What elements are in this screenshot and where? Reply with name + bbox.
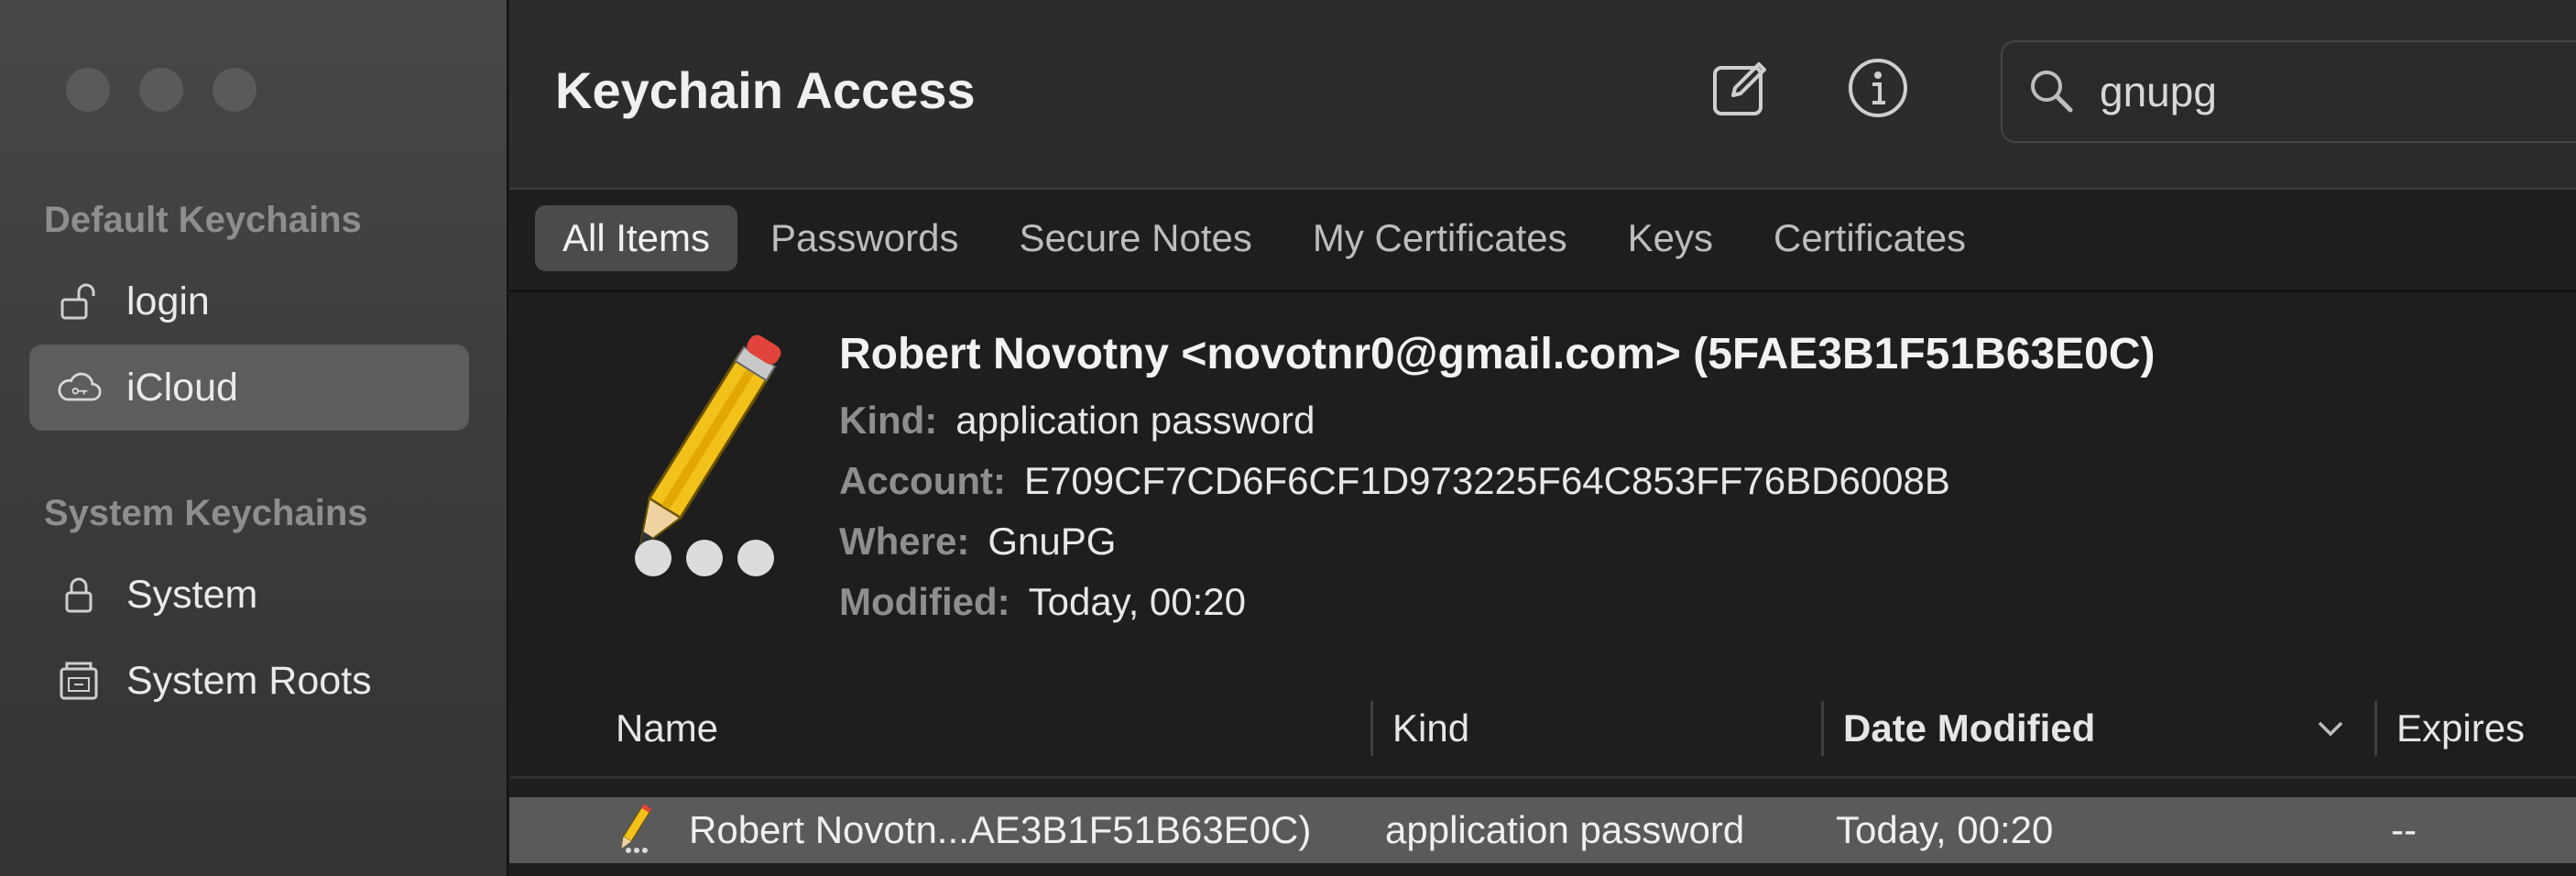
account-label: Account: bbox=[839, 459, 1006, 502]
where-row: Where: GnuPG bbox=[839, 520, 1116, 564]
item-detail-pane: Robert Novotny <novotnr0@gmail.com> (5FA… bbox=[509, 292, 2576, 681]
row-date-modified: Today, 00:20 bbox=[1836, 808, 2054, 851]
close-button[interactable] bbox=[66, 68, 110, 112]
toolbar-divider bbox=[509, 188, 2576, 190]
modified-value: Today, 00:20 bbox=[1028, 580, 1247, 623]
tab-keys[interactable]: Keys bbox=[1600, 205, 1741, 271]
pencil-small-icon bbox=[606, 797, 661, 863]
table-header: Name Kind Date Modified Expires bbox=[509, 681, 2576, 779]
pencil-password-icon bbox=[564, 329, 839, 604]
row-name: Robert Novotn...AE3B1F51B63E0C) bbox=[689, 808, 1312, 851]
cabinet-icon bbox=[55, 657, 103, 705]
default-keychains-heading: Default Keychains bbox=[44, 200, 362, 240]
kind-label: Kind: bbox=[839, 399, 938, 442]
table-row[interactable]: Robert Novotn...AE3B1F51B63E0C) applicat… bbox=[509, 797, 2576, 863]
search-input[interactable] bbox=[2098, 66, 2576, 117]
sidebar-item-label: System bbox=[126, 572, 258, 617]
chevron-down-icon[interactable] bbox=[2316, 681, 2345, 776]
account-row: Account: E709CF7CD6F6CF1D973225F64C853FF7… bbox=[839, 459, 1950, 503]
category-tabs: All Items Passwords Secure Notes My Cert… bbox=[535, 205, 1999, 271]
tab-all-items[interactable]: All Items bbox=[535, 205, 738, 271]
modified-label: Modified: bbox=[839, 580, 1010, 623]
column-expires[interactable]: Expires bbox=[2396, 681, 2525, 776]
tab-my-certificates[interactable]: My Certificates bbox=[1285, 205, 1595, 271]
where-value: GnuPG bbox=[988, 520, 1117, 563]
search-field[interactable] bbox=[2001, 40, 2576, 143]
column-divider[interactable] bbox=[1370, 701, 1373, 756]
column-name[interactable]: Name bbox=[616, 681, 718, 776]
main-pane: Keychain Access All Items Passwords Secu… bbox=[509, 0, 2576, 876]
sidebar-item-system-roots[interactable]: System Roots bbox=[29, 638, 469, 724]
account-value: E709CF7CD6F6CF1D973225F64C853FF76BD6008B bbox=[1024, 459, 1950, 502]
table-empty-area bbox=[509, 863, 2576, 876]
window-title: Keychain Access bbox=[555, 61, 976, 119]
column-kind[interactable]: Kind bbox=[1392, 681, 1469, 776]
sidebar-item-icloud[interactable]: iCloud bbox=[29, 345, 469, 431]
sidebar-item-label: login bbox=[126, 279, 210, 323]
compose-icon[interactable] bbox=[1709, 57, 1772, 119]
info-icon[interactable] bbox=[1847, 57, 1909, 119]
kind-value: application password bbox=[955, 399, 1315, 442]
sidebar-item-system[interactable]: System bbox=[29, 552, 469, 638]
tab-secure-notes[interactable]: Secure Notes bbox=[991, 205, 1279, 271]
sidebar-divider bbox=[507, 0, 508, 876]
kind-row: Kind: application password bbox=[839, 399, 1315, 443]
search-icon bbox=[2026, 66, 2078, 117]
sidebar-item-label: System Roots bbox=[126, 658, 372, 703]
sidebar-item-login[interactable]: login bbox=[29, 258, 469, 345]
tab-passwords[interactable]: Passwords bbox=[743, 205, 986, 271]
column-divider[interactable] bbox=[1821, 701, 1824, 756]
column-date-modified[interactable]: Date Modified bbox=[1843, 681, 2095, 776]
lock-open-icon bbox=[55, 278, 103, 325]
row-expires: -- bbox=[2391, 808, 2417, 851]
system-keychains-heading: System Keychains bbox=[44, 493, 368, 533]
toolbar: Keychain Access bbox=[509, 0, 2576, 188]
item-title: Robert Novotny <novotnr0@gmail.com> (5FA… bbox=[839, 330, 2156, 378]
where-label: Where: bbox=[839, 520, 970, 563]
cloud-icon bbox=[55, 364, 103, 411]
column-divider[interactable] bbox=[2374, 701, 2377, 756]
zoom-button[interactable] bbox=[213, 68, 257, 112]
window-controls bbox=[66, 68, 257, 112]
modified-row: Modified: Today, 00:20 bbox=[839, 580, 1246, 624]
tab-certificates[interactable]: Certificates bbox=[1746, 205, 1993, 271]
minimize-button[interactable] bbox=[139, 68, 183, 112]
lock-icon bbox=[55, 571, 103, 619]
sidebar-item-label: iCloud bbox=[126, 365, 238, 410]
sidebar: Default Keychains login iCloud System Ke… bbox=[0, 0, 508, 876]
row-kind: application password bbox=[1385, 808, 1745, 851]
